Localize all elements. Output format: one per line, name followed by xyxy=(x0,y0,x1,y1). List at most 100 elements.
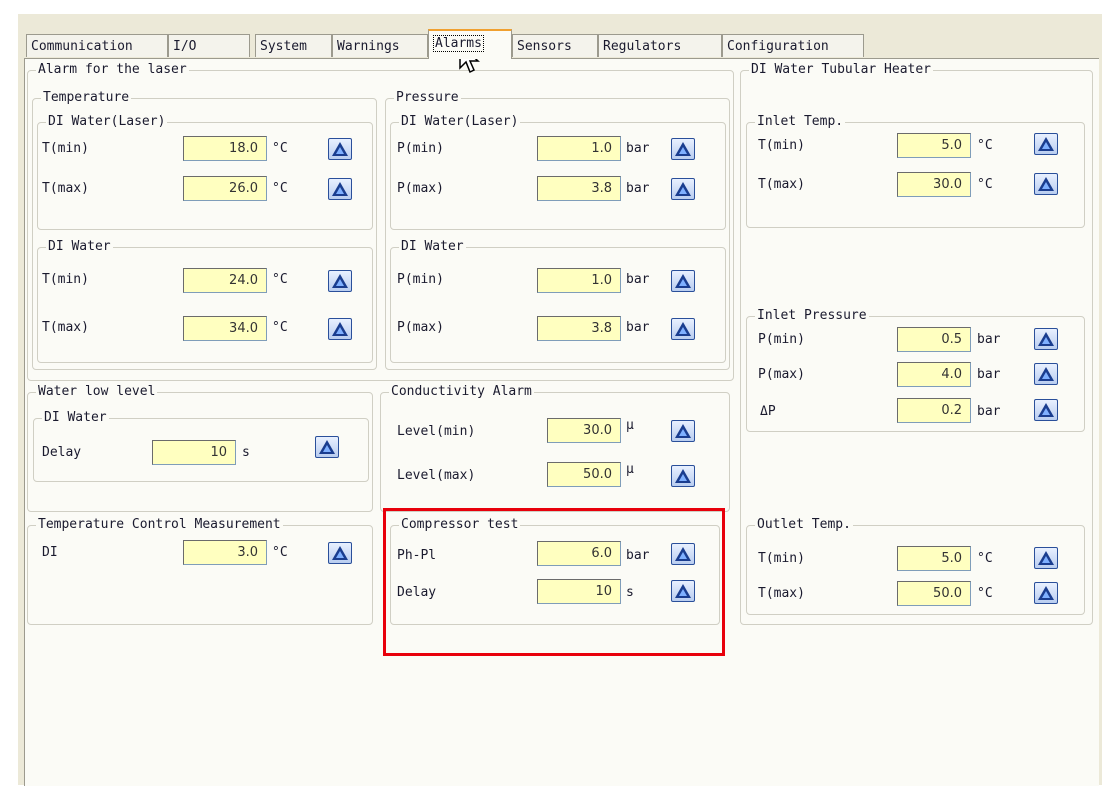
press-laser-pmax-alarm-button[interactable] xyxy=(671,178,695,200)
inlet-pmax-alarm-button[interactable] xyxy=(1034,363,1058,385)
inlet-pmin-alarm-button[interactable] xyxy=(1034,328,1058,350)
compressor-php-alarm-button[interactable] xyxy=(671,543,695,565)
alarm-icon xyxy=(1038,586,1054,600)
conductivity-max-field[interactable]: 50.0 xyxy=(547,462,621,487)
inlet-dp-unit: bar xyxy=(977,404,1001,419)
temp-water-tmin-unit: °C xyxy=(272,272,288,287)
inlet-temp-title: Inlet Temp. xyxy=(755,114,846,130)
water-low-delay-label: Delay xyxy=(42,445,82,460)
conductivity-max-alarm-button[interactable] xyxy=(671,465,695,487)
press-water-pmax-unit: bar xyxy=(626,320,650,335)
compressor-php-unit: bar xyxy=(626,548,650,563)
press-water-pmax-alarm-button[interactable] xyxy=(671,318,695,340)
temp-laser-tmin-field[interactable]: 18.0 xyxy=(183,136,267,161)
temp-water-tmax-field[interactable]: 34.0 xyxy=(183,316,267,341)
temp-control-di-alarm-button[interactable] xyxy=(328,542,352,564)
conductivity-min-label: Level(min) xyxy=(397,424,476,439)
laser-alarm-title: Alarm for the laser xyxy=(36,62,189,78)
inlet-pmax-unit: bar xyxy=(977,367,1001,382)
press-laser-pmin-alarm-button[interactable] xyxy=(671,138,695,160)
press-laser-pmax-label: P(max) xyxy=(397,181,444,196)
inlet-tmax-alarm-button[interactable] xyxy=(1034,173,1058,195)
alarm-icon xyxy=(1038,551,1054,565)
inlet-tmin-field[interactable]: 5.0 xyxy=(897,133,971,158)
inlet-tmin-label: T(min) xyxy=(758,138,805,153)
temp-water-tmin-field[interactable]: 24.0 xyxy=(183,268,267,293)
water-low-level-title: Water low level xyxy=(36,384,158,400)
compressor-delay-field[interactable]: 10 xyxy=(537,579,621,604)
alarm-icon xyxy=(332,142,348,156)
temp-laser-tmax-unit: °C xyxy=(272,181,288,196)
temp-water-tmax-alarm-button[interactable] xyxy=(328,318,352,340)
temp-laser-tmin-label: T(min) xyxy=(42,141,89,156)
temp-water-tmin-alarm-button[interactable] xyxy=(328,270,352,292)
press-water-pmin-unit: bar xyxy=(626,272,650,287)
alarm-icon xyxy=(332,322,348,336)
alarm-icon xyxy=(675,182,691,196)
temp-di-laser-title: DI Water(Laser) xyxy=(46,114,168,130)
tab-communication[interactable]: Communication xyxy=(26,34,168,57)
temp-control-di-field[interactable]: 3.0 xyxy=(183,540,267,565)
temp-laser-tmin-alarm-button[interactable] xyxy=(328,138,352,160)
inlet-dp-alarm-button[interactable] xyxy=(1034,399,1058,421)
inlet-tmax-label: T(max) xyxy=(758,177,805,192)
tab-warnings[interactable]: Warnings xyxy=(332,34,428,57)
press-laser-pmax-field[interactable]: 3.8 xyxy=(537,176,621,201)
temp-laser-tmax-alarm-button[interactable] xyxy=(328,178,352,200)
tab-system[interactable]: System xyxy=(255,34,332,57)
alarm-icon xyxy=(675,424,691,438)
alarm-icon xyxy=(332,546,348,560)
tab-io[interactable]: I/O xyxy=(168,34,250,57)
outlet-tmax-alarm-button[interactable] xyxy=(1034,582,1058,604)
press-laser-pmin-field[interactable]: 1.0 xyxy=(537,136,621,161)
water-low-delay-field[interactable]: 10 xyxy=(152,440,236,465)
alarm-icon xyxy=(675,274,691,288)
temp-laser-tmax-label: T(max) xyxy=(42,181,89,196)
press-water-pmax-field[interactable]: 3.8 xyxy=(537,316,621,341)
tab-alarms[interactable]: Alarms xyxy=(428,29,512,59)
temp-laser-tmax-field[interactable]: 26.0 xyxy=(183,176,267,201)
temp-di-water-group: DI Water xyxy=(37,239,373,363)
inlet-pmin-label: P(min) xyxy=(758,332,805,347)
tab-regulators[interactable]: Regulators xyxy=(598,34,722,57)
inlet-dp-field[interactable]: 0.2 xyxy=(897,398,971,423)
tab-configuration[interactable]: Configuration xyxy=(722,34,864,57)
outlet-tmin-label: T(min) xyxy=(758,551,805,566)
outlet-tmin-field[interactable]: 5.0 xyxy=(897,546,971,571)
inlet-pmin-unit: bar xyxy=(977,332,1001,347)
press-water-pmin-alarm-button[interactable] xyxy=(671,270,695,292)
alarm-icon xyxy=(675,584,691,598)
temp-di-water-title: DI Water xyxy=(46,239,113,255)
water-low-delay-alarm-button[interactable] xyxy=(315,436,339,458)
press-water-pmin-field[interactable]: 1.0 xyxy=(537,268,621,293)
outlet-tmax-label: T(max) xyxy=(758,586,805,601)
inlet-pmin-field[interactable]: 0.5 xyxy=(897,327,971,352)
outlet-tmin-alarm-button[interactable] xyxy=(1034,547,1058,569)
inlet-tmin-alarm-button[interactable] xyxy=(1034,133,1058,155)
compressor-php-field[interactable]: 6.0 xyxy=(537,541,621,566)
alarm-icon xyxy=(1038,177,1054,191)
compressor-delay-unit: s xyxy=(626,585,634,600)
compressor-delay-label: Delay xyxy=(397,585,437,600)
temp-water-tmin-label: T(min) xyxy=(42,272,89,287)
conductivity-min-unit: μ xyxy=(626,418,634,433)
inlet-pmax-label: P(max) xyxy=(758,367,805,382)
conductivity-min-alarm-button[interactable] xyxy=(671,420,695,442)
temp-laser-tmin-unit: °C xyxy=(272,141,288,156)
conductivity-group: Conductivity Alarm xyxy=(380,384,730,512)
temp-water-tmax-label: T(max) xyxy=(42,320,89,335)
press-laser-pmin-unit: bar xyxy=(626,141,650,156)
conductivity-title: Conductivity Alarm xyxy=(389,384,534,400)
tab-sensors[interactable]: Sensors xyxy=(512,34,598,57)
inlet-tmax-field[interactable]: 30.0 xyxy=(897,172,971,197)
outlet-tmax-unit: °C xyxy=(977,586,993,601)
alarm-icon xyxy=(675,469,691,483)
outlet-tmax-field[interactable]: 50.0 xyxy=(897,581,971,606)
press-di-water-group: DI Water xyxy=(390,239,726,363)
compressor-delay-alarm-button[interactable] xyxy=(671,580,695,602)
press-water-pmin-label: P(min) xyxy=(397,272,444,287)
press-water-pmax-label: P(max) xyxy=(397,320,444,335)
conductivity-min-field[interactable]: 30.0 xyxy=(547,418,621,443)
inlet-pmax-field[interactable]: 4.0 xyxy=(897,362,971,387)
alarm-icon xyxy=(332,274,348,288)
